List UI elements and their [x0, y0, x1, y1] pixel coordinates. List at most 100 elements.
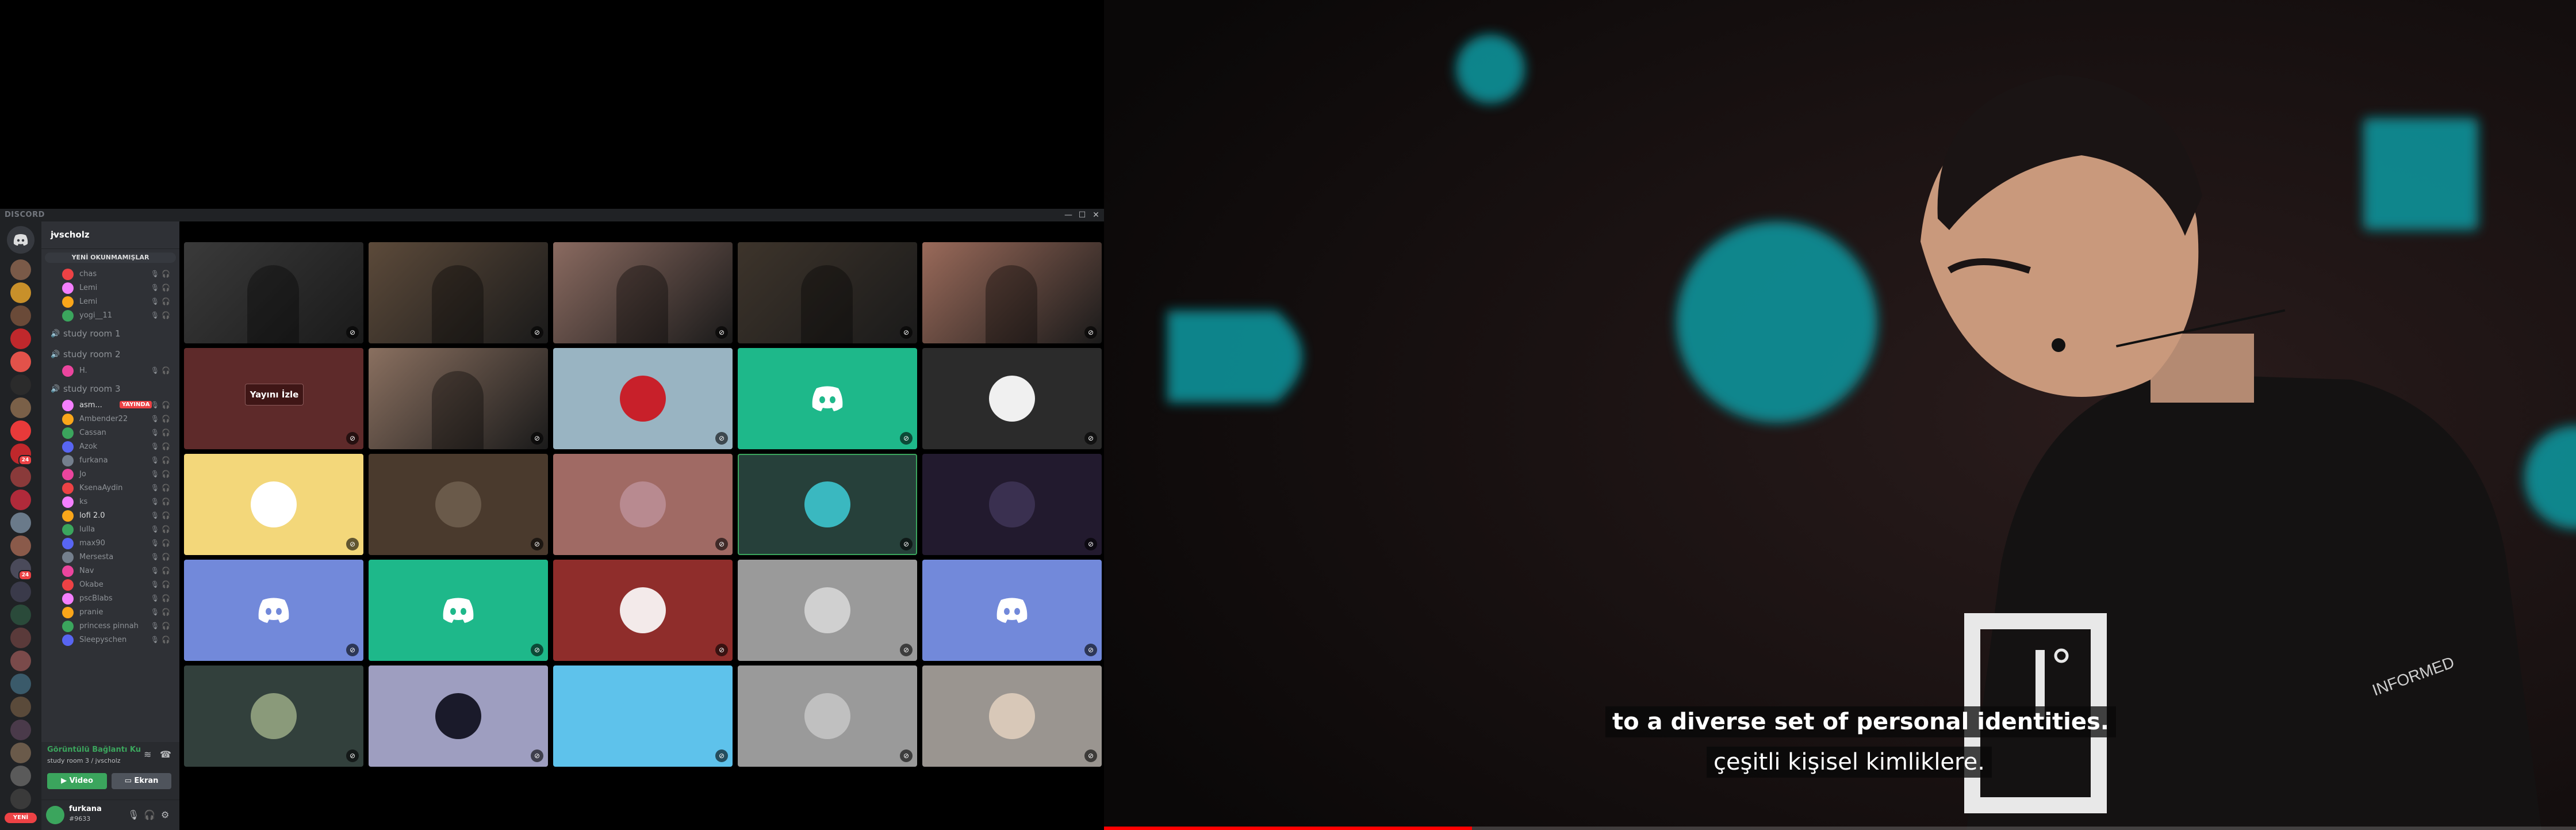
server-icon[interactable] — [10, 720, 31, 740]
server-icon[interactable] — [10, 512, 31, 533]
video-tile[interactable]: ⊘ — [184, 454, 363, 555]
voice-user[interactable]: Ambender22 🎙🎧 — [62, 412, 175, 426]
video-tile[interactable]: ⊘ — [369, 454, 548, 555]
video-tile[interactable]: ⊘ — [369, 242, 548, 343]
voice-user[interactable]: pranie 🎙🎧 — [62, 606, 175, 619]
video-tile[interactable]: ⊘ — [184, 560, 363, 661]
server-icon[interactable] — [10, 651, 31, 671]
progress-bar[interactable] — [1104, 827, 2576, 830]
server-icon[interactable] — [10, 605, 31, 625]
mic-muted-icon: ⊘ — [715, 749, 728, 762]
video-tile[interactable]: ⊘ — [553, 454, 733, 555]
voice-user[interactable]: Lemi 🎙🎧 — [62, 295, 175, 309]
server-icon[interactable] — [10, 420, 31, 441]
video-tile[interactable]: ⊘ — [922, 348, 1102, 449]
server-icon[interactable] — [10, 397, 31, 418]
video-tile[interactable]: ⊘ — [553, 665, 733, 767]
user-name: Azok — [79, 442, 98, 451]
server-icon[interactable] — [10, 628, 31, 648]
video-tile[interactable]: ⊘ — [738, 348, 917, 449]
voice-user[interactable]: yogi__11 🎙🎧 — [62, 309, 175, 323]
video-tile[interactable]: ⊘ — [922, 665, 1102, 767]
video-button[interactable]: ▶ Video — [47, 773, 107, 789]
server-icon[interactable] — [10, 697, 31, 717]
server-icon[interactable] — [10, 466, 31, 487]
new-pill[interactable]: YENİ — [5, 813, 37, 823]
video-tile[interactable]: ⊘ — [738, 665, 917, 767]
voice-user[interactable]: Sleepyschen 🎙🎧 — [62, 633, 175, 647]
video-tile[interactable]: ⊘ — [922, 454, 1102, 555]
new-unreads-pill[interactable]: YENİ OKUNMAMIŞLAR — [45, 253, 176, 263]
video-tile[interactable]: ⊘ — [738, 454, 917, 555]
mic-muted-icon: ⊘ — [531, 749, 543, 762]
server-icon[interactable] — [10, 766, 31, 786]
video-tile[interactable]: ⊘ — [553, 348, 733, 449]
server-icon[interactable]: 24 — [10, 559, 32, 580]
noise-icon[interactable]: ≋ — [144, 749, 151, 760]
server-icon[interactable] — [10, 536, 31, 556]
voice-user[interactable]: Cassan 🎙🎧 — [62, 426, 175, 440]
server-icon[interactable] — [10, 374, 31, 395]
server-icon[interactable] — [10, 743, 31, 763]
watch-stream-button[interactable]: Yayını İzle — [245, 384, 304, 406]
avatar — [62, 565, 74, 577]
server-icon[interactable] — [10, 328, 31, 349]
gear-icon[interactable]: ⚙ — [161, 809, 169, 820]
stream-tile[interactable]: Yayını İzle ⊘ — [184, 348, 363, 449]
voice-channel[interactable]: 🔊 study room 2 — [46, 347, 175, 363]
server-icon[interactable] — [10, 282, 31, 303]
server-icon[interactable] — [10, 259, 31, 280]
voice-channel[interactable]: 🔊 study room 1 — [46, 326, 175, 342]
server-icon[interactable]: 24 — [10, 443, 32, 465]
video-tile[interactable]: ⊘ — [553, 560, 733, 661]
voice-user[interactable]: Nav 🎙🎧 — [62, 564, 175, 578]
voice-channel[interactable]: 🔊 study room 3 — [46, 381, 175, 397]
minimize-button[interactable]: — — [1063, 209, 1074, 221]
voice-user[interactable]: H. 🎙🎧 — [62, 364, 175, 378]
video-tile[interactable]: ⊘ — [922, 242, 1102, 343]
server-icon[interactable] — [10, 789, 31, 809]
voice-user[interactable]: lofi 2.0 🎙🎧 — [62, 509, 175, 523]
server-icon[interactable] — [10, 489, 31, 510]
mic-icon[interactable]: 🎙 — [128, 809, 139, 820]
voice-user[interactable]: Jo 🎙🎧 — [62, 468, 175, 481]
maximize-button[interactable]: ☐ — [1076, 209, 1088, 221]
server-icon[interactable] — [10, 582, 31, 602]
voice-user[interactable]: pscBlabs 🎙🎧 — [62, 592, 175, 606]
video-tile[interactable]: ⊘ — [553, 242, 733, 343]
server-icon[interactable] — [10, 305, 31, 326]
voice-user[interactable]: KsenaAydin 🎙🎧 — [62, 481, 175, 495]
voice-user[interactable]: princess pinnah 🎙🎧 — [62, 619, 175, 633]
server-icon[interactable] — [10, 674, 31, 694]
voice-user[interactable]: furkana 🎙🎧 — [62, 454, 175, 468]
video-tile[interactable]: ⊘ — [184, 665, 363, 767]
voice-location[interactable]: study room 3 / jvscholz — [47, 757, 121, 764]
video-player[interactable]: INFORMED — [1104, 0, 2576, 830]
camera-feed — [247, 265, 299, 343]
video-tile[interactable]: ⊘ — [184, 242, 363, 343]
video-tile[interactable]: ⊘ — [369, 348, 548, 449]
headphones-icon[interactable]: 🎧 — [144, 809, 155, 820]
close-button[interactable]: ✕ — [1090, 209, 1102, 221]
voice-user[interactable]: Lemi 🎙🎧 — [62, 281, 175, 295]
voice-user[interactable]: chas 🎙🎧 — [62, 267, 175, 281]
voice-user[interactable]: lulla 🎙🎧 — [62, 523, 175, 537]
server-icon[interactable] — [10, 351, 31, 372]
home-button[interactable] — [7, 226, 34, 254]
video-tile[interactable]: ⊘ — [369, 665, 548, 767]
voice-user[interactable]: Okabe 🎙🎧 — [62, 578, 175, 592]
discord-window: DISCORD — ☐ ✕ 24 24 YENİ jvscholz ⌄ YENİ O… — [0, 209, 1104, 830]
voice-user[interactable]: Mersesta 🎙🎧 — [62, 550, 175, 564]
disconnect-icon[interactable]: ☎ — [160, 749, 171, 760]
voice-user[interactable]: ks 🎙🎧 — [62, 495, 175, 509]
video-tile[interactable]: ⊘ — [738, 560, 917, 661]
voice-user[interactable]: asm... YAYINDA 🎙🎧 — [62, 399, 175, 412]
screen-share-button[interactable]: ▭ Ekran — [112, 773, 171, 789]
server-header[interactable]: jvscholz ⌄ — [41, 221, 179, 249]
video-tile[interactable]: ⊘ — [922, 560, 1102, 661]
voice-user[interactable]: Azok 🎙🎧 — [62, 440, 175, 454]
video-tile[interactable]: ⊘ — [738, 242, 917, 343]
avatar[interactable] — [46, 806, 64, 824]
voice-user[interactable]: max90 🎙🎧 — [62, 537, 175, 550]
video-tile[interactable]: ⊘ — [369, 560, 548, 661]
